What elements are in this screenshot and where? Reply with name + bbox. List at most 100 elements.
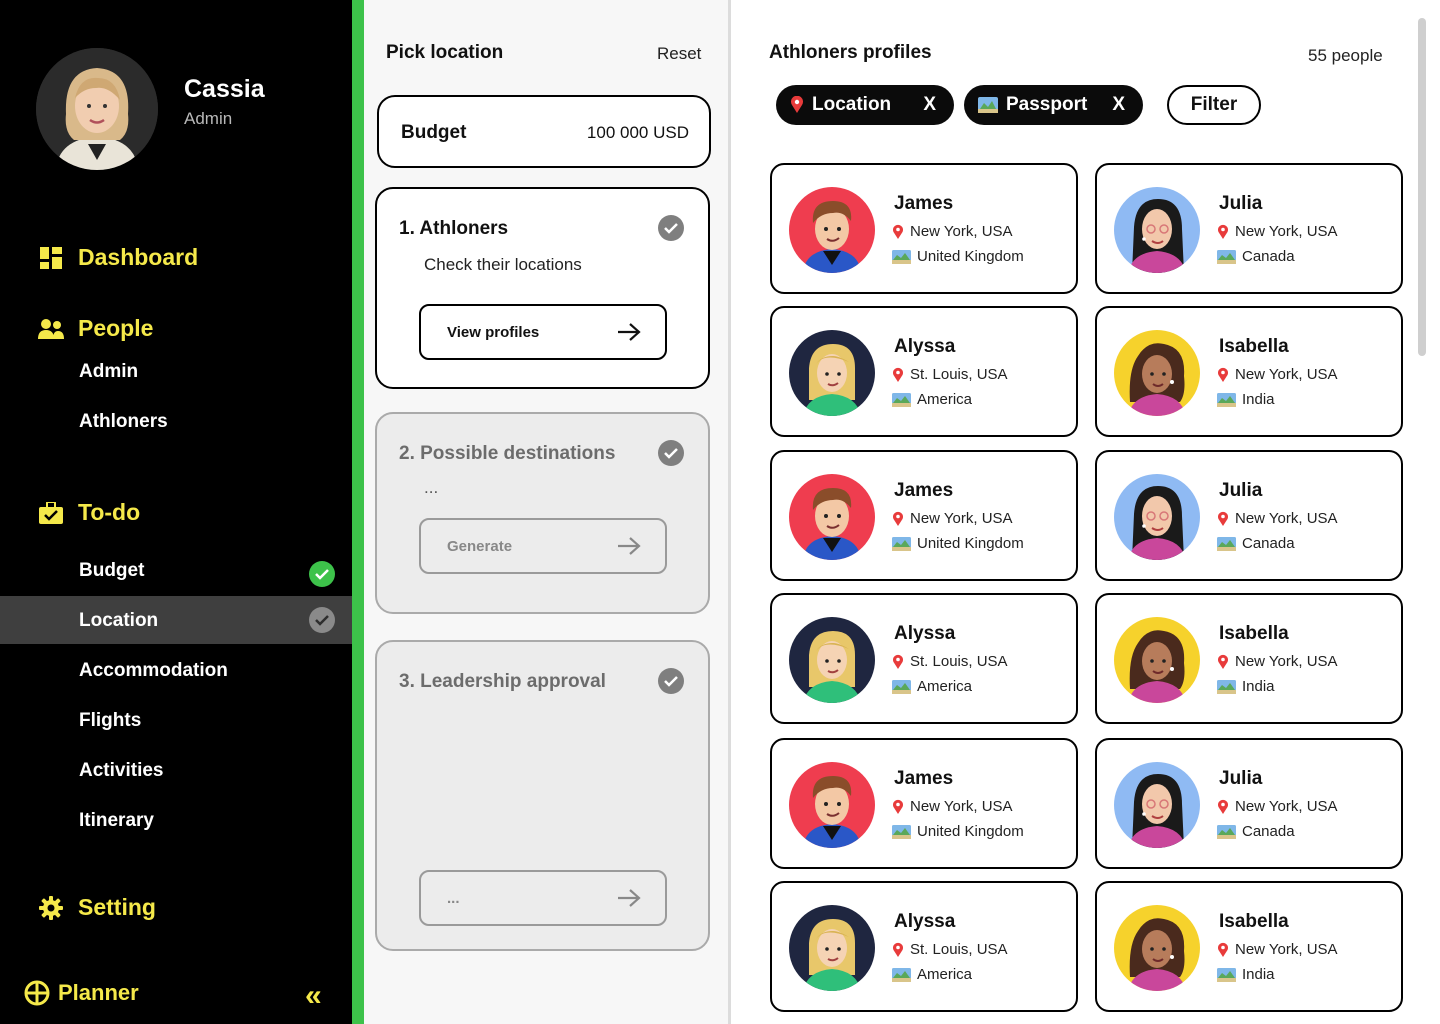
profile-avatar — [1114, 905, 1200, 991]
profile-passport-text: America — [917, 678, 973, 695]
profile-passport: Canada — [1217, 823, 1295, 840]
profile-card[interactable]: Julia New York, USA Canada — [1095, 450, 1403, 581]
profile-location-text: New York, USA — [910, 223, 1013, 240]
nav-item-accommodation[interactable]: Accommodation — [79, 660, 228, 682]
profile-card[interactable]: Isabella New York, USA India — [1095, 881, 1403, 1012]
step-card-destinations: 2. Possible destinations ... Generate — [375, 412, 710, 614]
profile-passport-text: Canada — [1242, 248, 1295, 265]
view-profiles-button[interactable]: View profiles — [419, 304, 667, 360]
budget-label: Budget — [401, 122, 467, 143]
profile-card[interactable]: James New York, USA United Kingdom — [770, 163, 1078, 294]
step-title: 2. Possible destinations — [399, 443, 616, 464]
profile-passport: United Kingdom — [892, 823, 1024, 840]
generate-label: Generate — [447, 537, 513, 555]
nav-item-itinerary[interactable]: Itinerary — [79, 810, 154, 832]
profile-passport: United Kingdom — [892, 535, 1024, 552]
profile-card[interactable]: Julia New York, USA Canada — [1095, 163, 1403, 294]
pin-icon — [893, 799, 903, 814]
pin-icon — [893, 367, 903, 382]
profile-location-text: New York, USA — [910, 798, 1013, 815]
remove-chip-button[interactable]: X — [923, 94, 936, 116]
budget-value: 100 000 USD — [586, 123, 689, 142]
filter-chip-passport[interactable]: Passport X — [964, 85, 1143, 125]
profiles-title: Athloners profiles — [769, 42, 932, 63]
nav-item-activities[interactable]: Activities — [79, 760, 163, 782]
profile-passport-text: United Kingdom — [917, 248, 1024, 265]
profile-card[interactable]: Julia New York, USA Canada — [1095, 738, 1403, 869]
pin-icon — [1218, 799, 1228, 814]
step-title: 3. Leadership approval — [399, 671, 606, 692]
profile-card[interactable]: James New York, USA United Kingdom — [770, 738, 1078, 869]
profile-passport: United Kingdom — [892, 248, 1024, 265]
profile-card[interactable]: Isabella New York, USA India — [1095, 306, 1403, 437]
approval-button[interactable]: ... — [419, 870, 667, 926]
nav-item-athloners[interactable]: Athloners — [79, 411, 168, 433]
map-icon — [892, 679, 911, 694]
profile-passport-text: Canada — [1242, 823, 1295, 840]
profile-passport: Canada — [1217, 535, 1295, 552]
briefcase-check-icon — [38, 500, 64, 526]
map-icon — [978, 97, 998, 113]
profile-avatar — [789, 187, 875, 273]
profile-passport: India — [1217, 966, 1275, 983]
profile-passport: Canada — [1217, 248, 1295, 265]
profiles-count: 55 people — [1308, 46, 1383, 65]
collapse-sidebar-button[interactable]: « — [305, 979, 322, 1013]
user-avatar[interactable] — [36, 48, 158, 170]
generate-button[interactable]: Generate — [419, 518, 667, 574]
profile-location-text: New York, USA — [1235, 941, 1338, 958]
profile-location: New York, USA — [1217, 653, 1338, 670]
profile-card[interactable]: Alyssa St. Louis, USA America — [770, 306, 1078, 437]
step-check-icon — [658, 215, 684, 241]
profile-card[interactable]: Isabella New York, USA India — [1095, 593, 1403, 724]
planner-logo-text: Planner — [58, 980, 139, 1005]
map-icon — [1217, 824, 1236, 839]
profile-location: New York, USA — [1217, 223, 1338, 240]
nav-people[interactable]: People — [38, 315, 153, 342]
nav-item-admin[interactable]: Admin — [79, 361, 138, 383]
location-progress-check-icon — [309, 607, 335, 633]
nav-dashboard[interactable]: Dashboard — [38, 244, 198, 271]
profile-card[interactable]: Alyssa St. Louis, USA America — [770, 593, 1078, 724]
nav-dashboard-label: Dashboard — [78, 244, 199, 270]
profile-card[interactable]: James New York, USA United Kingdom — [770, 450, 1078, 581]
profile-location: New York, USA — [892, 798, 1013, 815]
remove-chip-button[interactable]: X — [1112, 94, 1125, 116]
view-profiles-label: View profiles — [447, 323, 540, 341]
pin-icon — [791, 96, 803, 113]
step-card-athloners: 1. Athloners Check their locations View … — [375, 187, 710, 389]
profile-location-text: New York, USA — [1235, 653, 1338, 670]
step-check-icon — [658, 668, 684, 694]
profile-name: Julia — [1219, 193, 1263, 214]
nav-todo[interactable]: To-do — [38, 499, 140, 526]
map-icon — [892, 392, 911, 407]
step-title: 1. Athloners — [399, 218, 509, 239]
profile-card[interactable]: Alyssa St. Louis, USA America — [770, 881, 1078, 1012]
nav-item-budget[interactable]: Budget — [79, 560, 144, 582]
step-card-approval: 3. Leadership approval ... — [375, 640, 710, 951]
reset-button[interactable]: Reset — [657, 44, 701, 64]
profile-location-text: St. Louis, USA — [910, 941, 1008, 958]
scrollbar[interactable] — [1418, 18, 1426, 356]
map-icon — [1217, 249, 1236, 264]
profile-passport-text: United Kingdom — [917, 823, 1024, 840]
profile-avatar — [1114, 187, 1200, 273]
profile-avatar — [789, 330, 875, 416]
filter-button[interactable]: Filter — [1167, 85, 1261, 125]
nav-setting[interactable]: Setting — [38, 894, 156, 921]
planner-logo: Planner — [24, 980, 139, 1006]
map-icon — [892, 824, 911, 839]
arrow-right-icon — [618, 323, 641, 341]
nav-item-flights[interactable]: Flights — [79, 710, 141, 732]
nav-item-location[interactable]: Location — [79, 610, 158, 632]
profile-passport-text: United Kingdom — [917, 535, 1024, 552]
profile-avatar — [1114, 617, 1200, 703]
filter-chip-location[interactable]: Location X — [776, 85, 954, 125]
profile-location-text: New York, USA — [1235, 798, 1338, 815]
profile-location: St. Louis, USA — [892, 941, 1008, 958]
profile-avatar — [1114, 330, 1200, 416]
profile-name: James — [894, 768, 954, 789]
profile-location: New York, USA — [892, 510, 1013, 527]
profile-passport-text: America — [917, 391, 973, 408]
map-icon — [1217, 967, 1236, 982]
